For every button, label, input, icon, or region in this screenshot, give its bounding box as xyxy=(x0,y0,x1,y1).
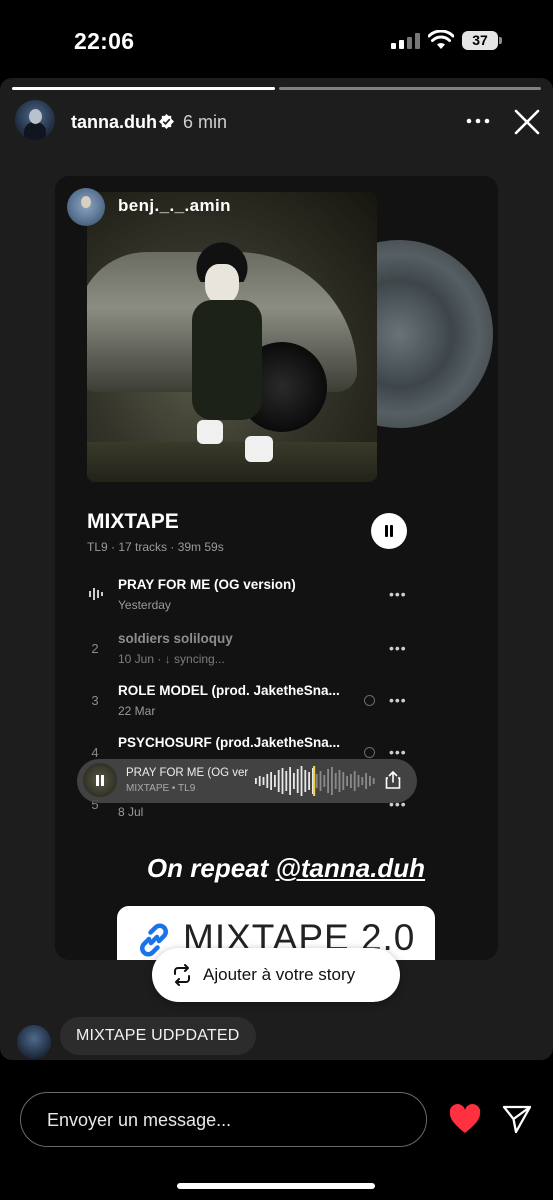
track-more-icon[interactable]: ••• xyxy=(389,640,407,656)
story-progress-segment-2 xyxy=(279,87,541,90)
track-date: 10 Jun · ↓ syncing... xyxy=(118,652,225,666)
share-icon[interactable] xyxy=(385,771,401,789)
battery-level: 37 xyxy=(462,31,498,50)
close-icon[interactable] xyxy=(513,108,541,136)
track-row[interactable]: 3 ROLE MODEL (prod. JaketheSna... 22 Mar… xyxy=(87,683,407,723)
album-meta: TL9 · 17 tracks · 39m 59s xyxy=(87,540,224,554)
track-row[interactable]: 2 soldiers soliloquy 10 Jun · ↓ syncing.… xyxy=(87,631,407,671)
reply-bubble[interactable]: MIXTAPE UDPDATED xyxy=(60,1017,256,1055)
waveform[interactable] xyxy=(255,765,377,797)
mini-player-title: PRAY FOR ME (OG versi xyxy=(126,767,248,779)
track-title: PSYCHOSURF (prod.JaketheSna... xyxy=(118,735,341,750)
track-more-icon[interactable]: ••• xyxy=(389,744,407,760)
mini-player-pause-icon[interactable] xyxy=(83,763,117,797)
track-title: ROLE MODEL (prod. JaketheSna... xyxy=(118,683,340,698)
sharer-info[interactable]: benj._._.amin xyxy=(67,188,397,226)
track-title: PRAY FOR ME (OG version) xyxy=(118,577,296,592)
globe-icon xyxy=(364,695,375,706)
story-viewer[interactable]: tanna.duh 6 min benj._._.amin MIXTAPE TL… xyxy=(0,78,553,1060)
add-to-story-label: Ajouter à votre story xyxy=(203,965,356,984)
story-author-username[interactable]: tanna.duh xyxy=(71,112,157,133)
caption-mention[interactable]: @tanna.duh xyxy=(276,853,426,883)
sharer-username[interactable]: benj._._.amin xyxy=(118,196,231,216)
message-composer[interactable] xyxy=(20,1092,427,1148)
story-progress-segment-1 xyxy=(12,87,275,90)
more-options-icon[interactable] xyxy=(465,110,491,132)
album-cover xyxy=(87,192,377,482)
track-number: 4 xyxy=(91,745,99,760)
track-more-icon[interactable]: ••• xyxy=(389,586,407,602)
album-title: MIXTAPE xyxy=(87,510,179,533)
track-more-icon[interactable]: ••• xyxy=(389,692,407,708)
status-bar: 22:06 37 xyxy=(0,0,553,78)
signal-icon xyxy=(391,33,420,49)
wifi-icon xyxy=(428,30,454,49)
reply-row: MIXTAPE UDPDATED xyxy=(0,1016,553,1060)
story-header: tanna.duh 6 min xyxy=(0,98,553,146)
mini-player[interactable]: PRAY FOR ME (OG versi MIXTAPE • TL9 xyxy=(77,759,417,803)
battery-icon: 37 xyxy=(462,31,502,50)
heart-icon[interactable] xyxy=(449,1104,481,1134)
caption-text: On repeat xyxy=(146,853,276,883)
track-row[interactable]: PRAY FOR ME (OG version) Yesterday ••• xyxy=(87,577,407,617)
track-title: soldiers soliloquy xyxy=(118,631,233,646)
repost-icon xyxy=(174,964,190,986)
reply-avatar[interactable] xyxy=(17,1025,51,1059)
track-date: 8 Jul xyxy=(118,805,144,819)
add-to-story-button[interactable]: Ajouter à votre story xyxy=(152,948,400,1002)
track-number: 2 xyxy=(91,641,99,656)
globe-icon xyxy=(364,747,375,758)
sharer-avatar[interactable] xyxy=(67,188,105,226)
home-indicator[interactable] xyxy=(177,1183,375,1189)
mini-player-subtitle: MIXTAPE • TL9 xyxy=(126,783,196,794)
pause-button[interactable] xyxy=(371,513,407,549)
now-playing-bars-icon xyxy=(89,588,103,600)
message-input[interactable] xyxy=(47,1093,407,1148)
send-icon[interactable] xyxy=(502,1104,532,1134)
track-number: 3 xyxy=(91,693,99,708)
status-time: 22:06 xyxy=(74,28,135,54)
shared-music-card[interactable]: benj._._.amin MIXTAPE TL9 · 17 tracks · … xyxy=(55,176,498,960)
track-date: 22 Mar xyxy=(118,704,156,718)
verified-badge-icon xyxy=(159,114,174,129)
story-caption: On repeat @tanna.duh xyxy=(121,853,451,884)
story-time-ago: 6 min xyxy=(183,112,228,132)
waveform-playhead xyxy=(313,766,316,796)
track-date: Yesterday xyxy=(118,598,171,612)
story-author-avatar[interactable] xyxy=(15,100,55,140)
